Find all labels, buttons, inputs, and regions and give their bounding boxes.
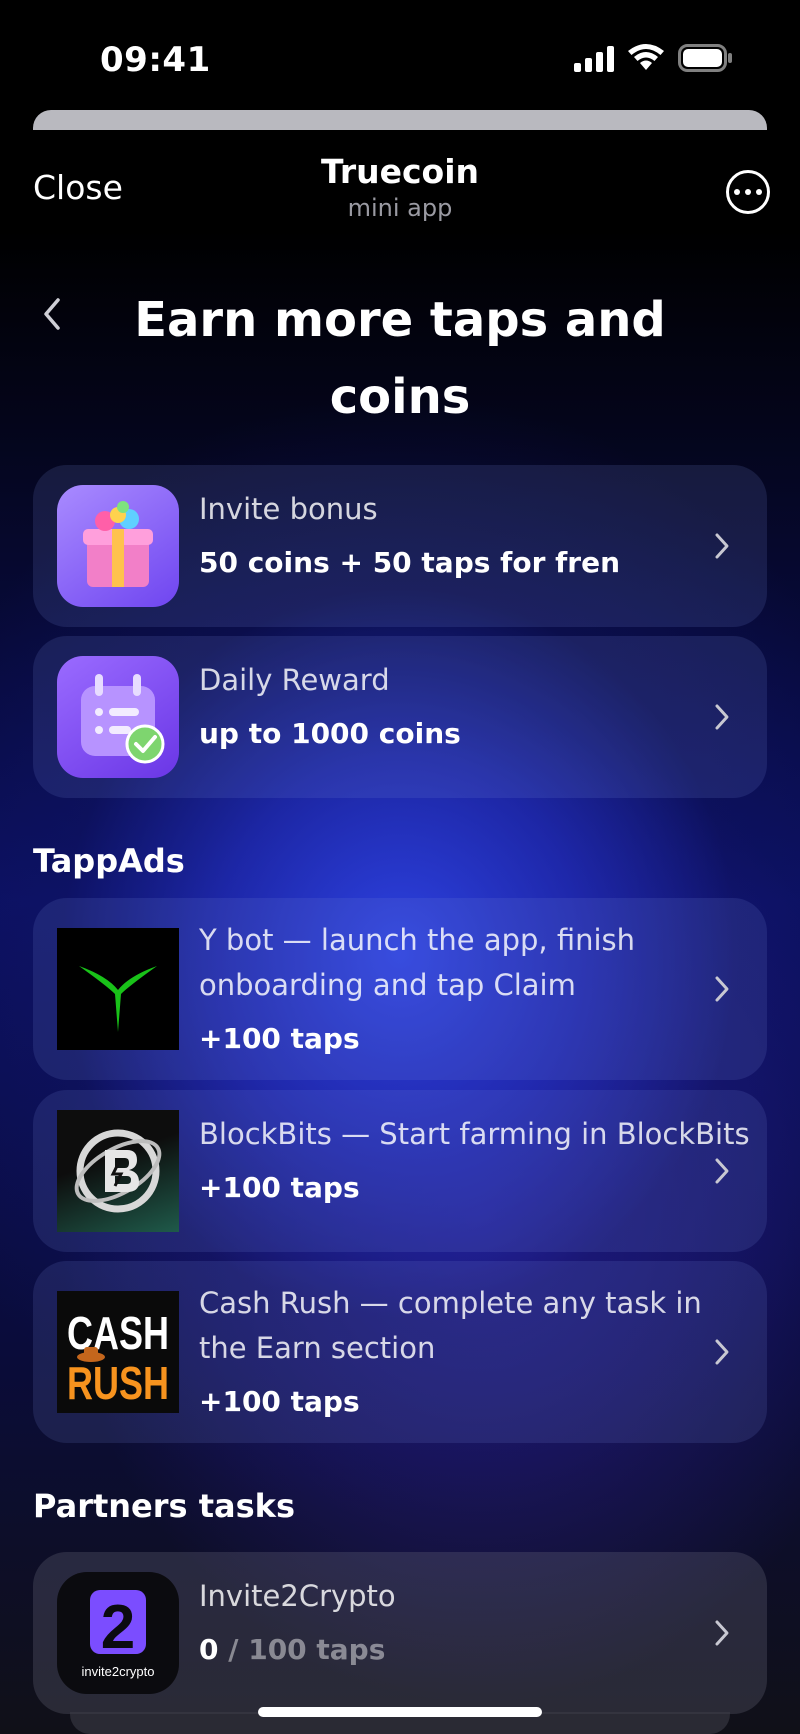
app-subtitle: mini app: [347, 194, 453, 222]
card-title: Invite2Crypto: [199, 1579, 396, 1613]
card-title: BlockBits — Start farming in BlockBits: [199, 1117, 750, 1151]
section-title-partners: Partners tasks: [33, 1487, 295, 1525]
tappad-card-cash-rush[interactable]: CASH RUSH Cash Rush — complete any task …: [33, 1261, 767, 1443]
card-title: Daily Reward: [199, 663, 390, 697]
card-reward: +100 taps: [199, 1385, 360, 1418]
sheet-grabber-edge: [33, 110, 767, 130]
page-title: Earn more taps and coins: [134, 292, 666, 425]
card-reward: +100 taps: [199, 1022, 360, 1055]
mini-app-header: Close Truecoin mini app: [0, 150, 800, 230]
task-progress: 0 / 100 taps: [199, 1627, 707, 1672]
battery-icon: [678, 44, 732, 72]
chevron-right-icon: [715, 704, 729, 730]
chevron-left-icon[interactable]: [38, 294, 68, 334]
cash-rush-logo: CASH RUSH: [57, 1291, 179, 1413]
cash-rush-logo-top: CASH: [67, 1308, 169, 1359]
chevron-right-icon: [715, 533, 729, 559]
status-bar: 09:41: [0, 0, 800, 110]
card-title: Cash Rush — complete any task in the Ear…: [199, 1286, 702, 1365]
cash-rush-logo-bottom: RUSH: [67, 1358, 169, 1409]
invite2crypto-logo: 2 invite2crypto: [57, 1572, 179, 1694]
tappad-card-blockbits[interactable]: BlockBits — Start farming in BlockBits +…: [33, 1090, 767, 1252]
card-reward: +100 taps: [199, 1171, 360, 1204]
blockbits-logo: [57, 1110, 179, 1232]
cellular-signal-icon: [574, 46, 614, 72]
invite-bonus-card[interactable]: Invite bonus 50 coins + 50 taps for fren: [33, 465, 767, 627]
gift-icon: [57, 485, 179, 607]
chevron-right-icon: [715, 1158, 729, 1184]
section-title-tappads: TappAds: [33, 842, 185, 880]
card-subtitle: up to 1000 coins: [199, 717, 461, 750]
invite2crypto-logo-text: invite2crypto: [82, 1664, 155, 1679]
partner-card-invite2crypto[interactable]: 2 invite2crypto Invite2Crypto 0 / 100 ta…: [33, 1552, 767, 1714]
tappad-card-y-bot[interactable]: Y bot — launch the app, finish onboardin…: [33, 898, 767, 1080]
app-title: Truecoin: [320, 152, 480, 191]
calendar-check-icon: [57, 656, 179, 778]
chevron-right-icon: [715, 1620, 729, 1646]
card-title: Invite bonus: [199, 492, 378, 526]
y-bot-logo: [57, 928, 179, 1050]
daily-reward-card[interactable]: Daily Reward up to 1000 coins: [33, 636, 767, 798]
wifi-icon: [628, 44, 664, 70]
progress-current: 0: [199, 1633, 219, 1666]
status-time: 09:41: [100, 40, 211, 80]
chevron-right-icon: [715, 976, 729, 1002]
card-title: Y bot — launch the app, finish onboardin…: [199, 923, 636, 1002]
home-indicator[interactable]: [258, 1707, 542, 1717]
invite2crypto-logo-digit: 2: [101, 1593, 135, 1662]
progress-total: / 100 taps: [228, 1633, 386, 1666]
card-subtitle: 50 coins + 50 taps for fren: [199, 546, 621, 579]
chevron-right-icon: [715, 1339, 729, 1365]
ellipsis-circle-icon[interactable]: [726, 170, 770, 214]
